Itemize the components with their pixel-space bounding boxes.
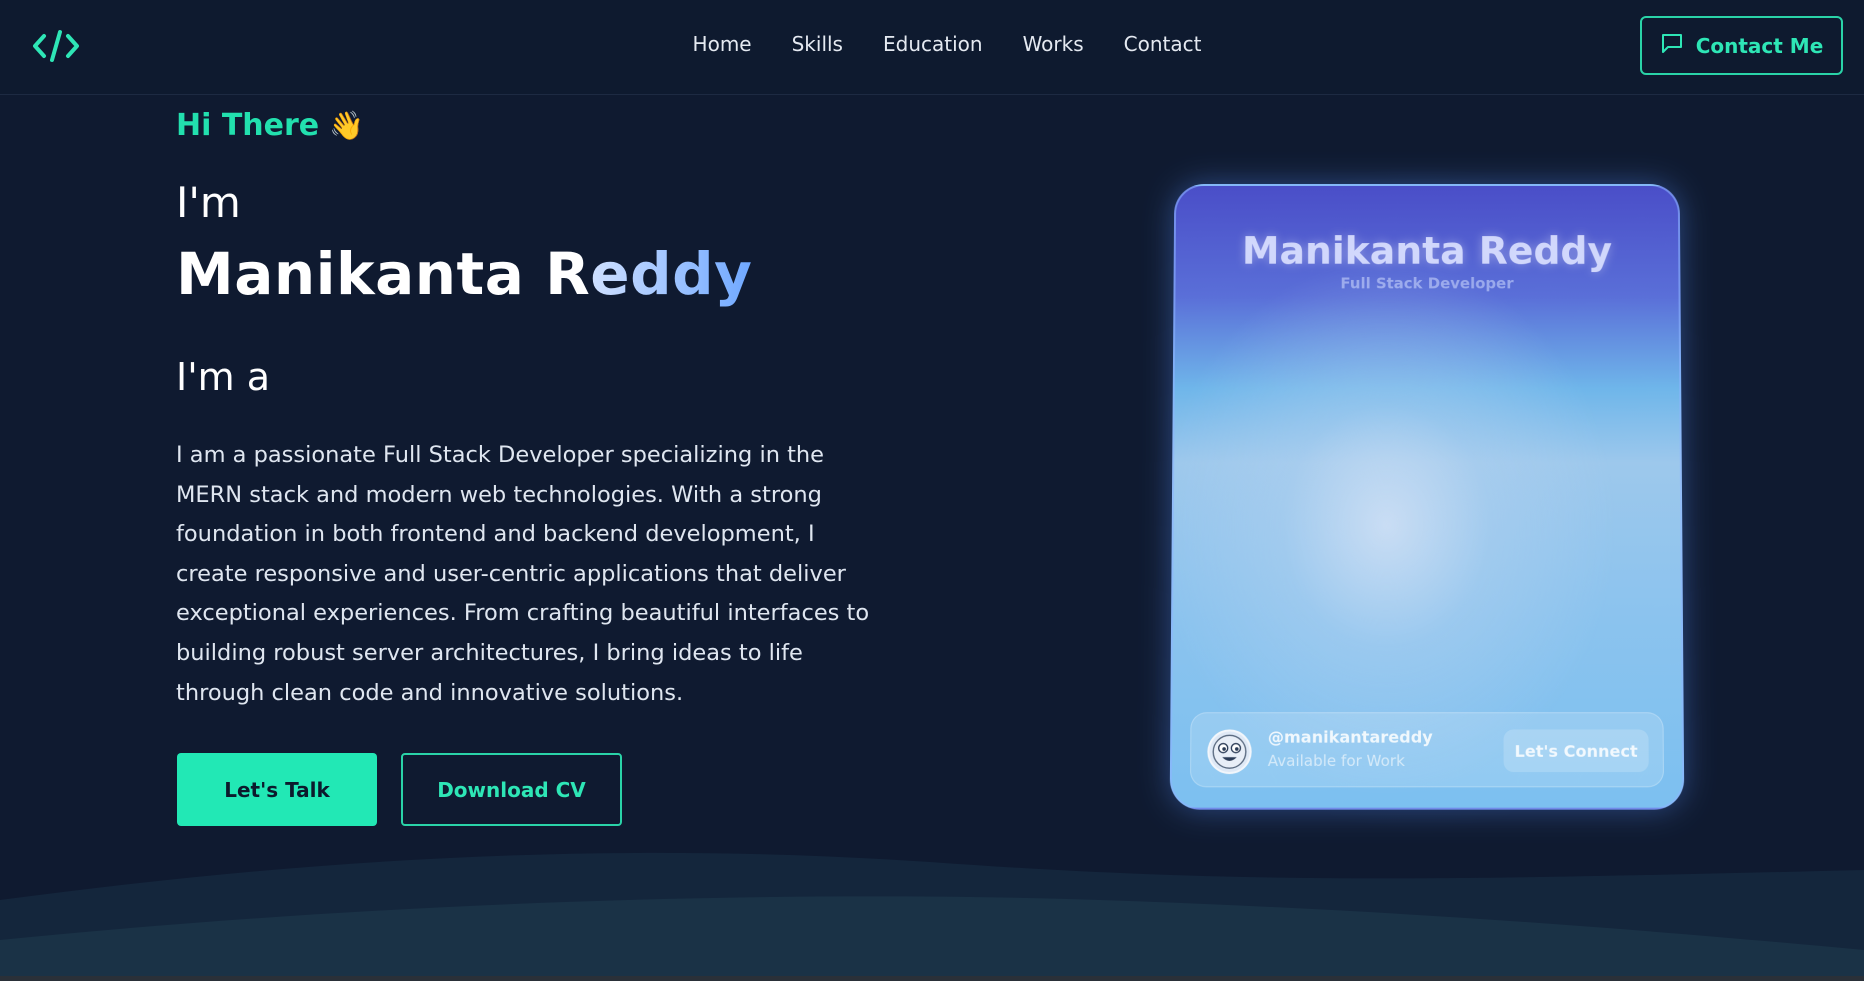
profile-card[interactable]: Manikanta Reddy Full Stack Developer @ma… — [1169, 184, 1685, 810]
intro-im: I'm — [176, 178, 241, 227]
contact-me-label: Contact Me — [1695, 33, 1824, 58]
site-header: Home Skills Education Works Contact Cont… — [0, 0, 1864, 95]
download-cv-button[interactable]: Download CV — [401, 753, 622, 826]
card-handle: @manikantareddy — [1267, 727, 1433, 747]
nav-education[interactable]: Education — [883, 32, 983, 56]
greeting: Hi There 👋 — [176, 108, 364, 143]
card-footer: @manikantareddy Available for Work Let's… — [1189, 712, 1665, 788]
nav-skills[interactable]: Skills — [792, 32, 843, 56]
chat-bubble-icon — [1660, 31, 1684, 60]
main-nav: Home Skills Education Works Contact — [0, 32, 1864, 56]
contact-me-button[interactable]: Contact Me — [1640, 16, 1843, 75]
hero-name-main: Manikanta R — [176, 240, 591, 308]
nav-home[interactable]: Home — [693, 32, 752, 56]
greeting-text: Hi There — [176, 108, 320, 143]
bottom-bar — [0, 976, 1864, 981]
lets-talk-button[interactable]: Let's Talk — [177, 753, 377, 826]
hero-name: Manikanta Reddy — [176, 240, 752, 308]
waving-hand-icon: 👋 — [329, 109, 365, 142]
card-name: Manikanta Reddy — [1241, 229, 1613, 273]
nav-works[interactable]: Works — [1023, 32, 1084, 56]
typed-role-prefix: I'm a — [176, 355, 271, 399]
emoji-face-icon — [1211, 734, 1247, 771]
card-role: Full Stack Developer — [1340, 274, 1514, 293]
avatar — [1207, 729, 1252, 775]
lets-connect-button[interactable]: Let's Connect — [1503, 729, 1649, 773]
nav-contact[interactable]: Contact — [1124, 32, 1202, 56]
hero-name-accent: eddy — [590, 240, 753, 308]
card-status: Available for Work — [1267, 751, 1405, 771]
hero-description: I am a passionate Full Stack Developer s… — [176, 442, 870, 706]
wave-decoration — [0, 852, 1864, 981]
